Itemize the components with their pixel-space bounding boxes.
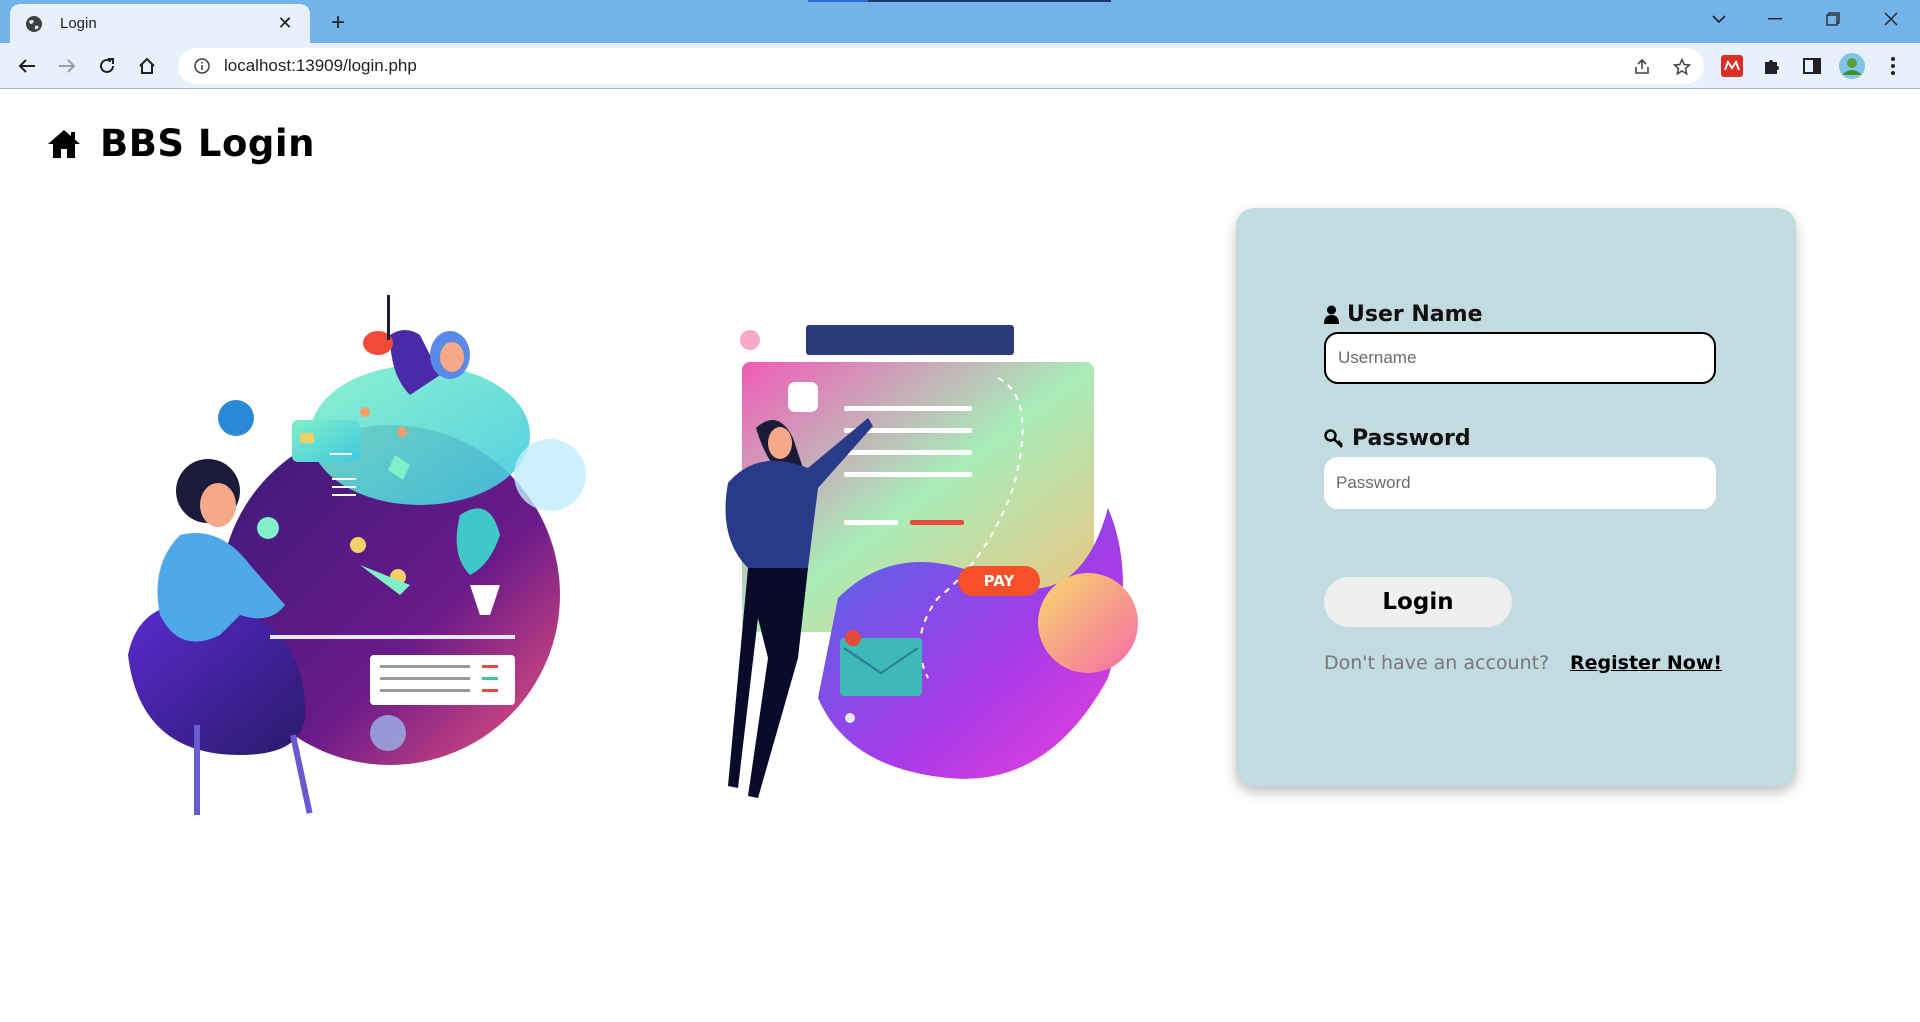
browser-tab-login[interactable]: Login ✕ — [10, 4, 310, 43]
home-icon — [48, 129, 80, 158]
share-icon[interactable] — [1630, 55, 1654, 79]
username-label-text: User Name — [1347, 302, 1483, 327]
tab-title: Login — [60, 15, 97, 32]
page-title: BBS Login — [100, 122, 315, 165]
address-bar[interactable]: localhost:13909/login.php — [178, 48, 1704, 84]
site-info-icon[interactable] — [192, 56, 212, 76]
tab-search-icon[interactable] — [1696, 0, 1742, 38]
browser-toolbar: localhost:13909/login.php — [0, 43, 1920, 89]
username-label: User Name — [1324, 302, 1483, 327]
tab-strip-indicator-accent — [808, 0, 868, 2]
forward-button[interactable] — [52, 51, 82, 81]
extensions-puzzle-icon[interactable] — [1759, 53, 1785, 79]
browser-tab-bar: Login ✕ + — [0, 0, 1920, 43]
login-button[interactable]: Login — [1324, 577, 1512, 627]
browser-menu-icon[interactable] — [1880, 53, 1906, 79]
username-input[interactable] — [1324, 332, 1716, 384]
login-card: User Name Password Login Don't have an a… — [1236, 208, 1796, 786]
close-window-button[interactable] — [1868, 0, 1914, 38]
side-panel-icon[interactable] — [1799, 53, 1825, 79]
payment-screen-illustration: PAY — [725, 325, 1138, 798]
globe-icon — [24, 14, 44, 34]
new-tab-button[interactable]: + — [323, 8, 353, 38]
register-link[interactable]: Register Now! — [1570, 652, 1722, 674]
close-tab-icon[interactable]: ✕ — [274, 13, 296, 35]
home-button[interactable] — [132, 51, 162, 81]
extension-red-icon[interactable] — [1719, 53, 1745, 79]
password-label-text: Password — [1352, 426, 1471, 451]
person-at-desk-illustration — [128, 295, 586, 815]
key-icon — [1324, 428, 1343, 448]
password-input[interactable] — [1324, 457, 1716, 509]
back-button[interactable] — [12, 51, 42, 81]
pay-badge: PAY — [984, 572, 1016, 590]
url-text: localhost:13909/login.php — [224, 56, 417, 75]
page-heading: BBS Login — [46, 122, 315, 165]
reload-button[interactable] — [92, 51, 122, 81]
restore-button[interactable] — [1810, 0, 1856, 38]
no-account-text: Don't have an account? — [1324, 652, 1550, 674]
user-icon — [1324, 305, 1339, 324]
bookmark-star-icon[interactable] — [1670, 55, 1694, 79]
profile-avatar[interactable] — [1839, 53, 1865, 79]
minimize-button[interactable] — [1752, 0, 1798, 38]
password-label: Password — [1324, 426, 1471, 451]
